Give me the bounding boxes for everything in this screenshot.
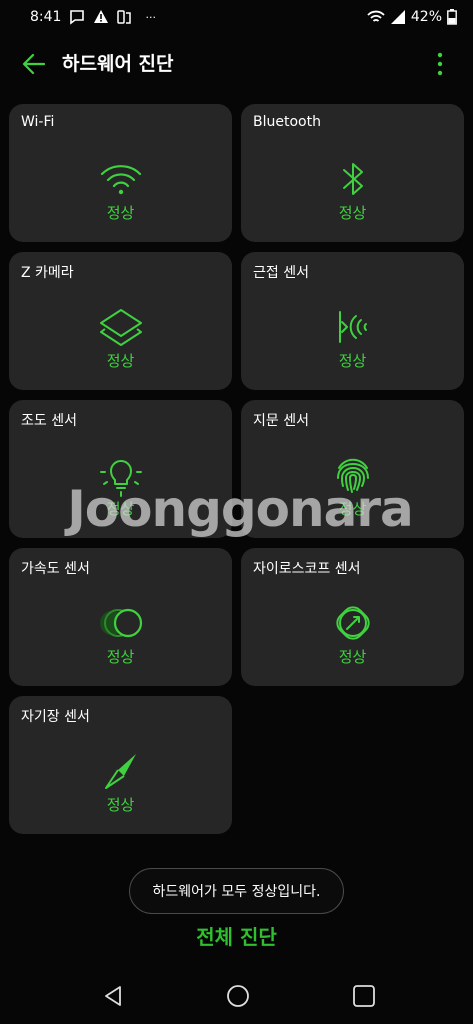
card-status: 정상: [106, 500, 135, 518]
proximity-icon: [338, 311, 367, 343]
card-bluetooth[interactable]: Bluetooth 정상: [241, 104, 464, 242]
status-time: 8:41: [30, 9, 62, 25]
card-status: 정상: [106, 648, 135, 666]
card-status: 정상: [338, 648, 367, 666]
card-title: Z 카메라: [21, 265, 74, 281]
card-status: 정상: [106, 352, 135, 370]
signal-icon: [390, 10, 405, 24]
card-gyroscope-sensor[interactable]: 자이로스코프 센서 정상: [241, 548, 464, 686]
message-icon: [70, 10, 85, 25]
card-title: 근접 센서: [253, 265, 309, 281]
card-title: 지문 센서: [253, 413, 309, 429]
compass-icon: [104, 754, 136, 789]
card-title: 조도 센서: [21, 413, 77, 429]
phone-link-icon: [117, 10, 132, 24]
card-status: 정상: [338, 352, 367, 370]
light-bulb-icon: [99, 460, 142, 497]
card-status: 정상: [338, 500, 367, 518]
back-arrow-icon[interactable]: [20, 50, 48, 78]
card-title: Bluetooth: [253, 114, 321, 130]
card-status: 정상: [106, 204, 135, 222]
card-title: 자이로스코프 센서: [253, 561, 361, 577]
card-proximity-sensor[interactable]: 근접 센서 정상: [241, 252, 464, 390]
card-title: Wi-Fi: [21, 114, 55, 130]
card-wifi[interactable]: Wi-Fi 정상: [9, 104, 232, 242]
card-fingerprint-sensor[interactable]: 지문 센서 정상: [241, 400, 464, 538]
card-status: 정상: [106, 796, 135, 814]
toast-message: 하드웨어가 모두 정상입니다.: [129, 868, 344, 914]
status-bar: 8:41 ··· 42%: [0, 0, 473, 34]
warning-icon: [94, 10, 109, 23]
navigation-bar: [0, 966, 473, 1024]
run-all-diagnostics-button[interactable]: 전체 진단: [0, 922, 473, 952]
wifi-status-icon: [367, 10, 385, 22]
card-title: 자기장 센서: [21, 709, 90, 725]
card-status: 정상: [338, 204, 367, 222]
sensor-grid: Wi-Fi 정상 Bluetooth 정상 Z 카메라 정상 근접 센서 정상 …: [9, 104, 464, 834]
page-title: 하드웨어 진단: [62, 53, 174, 75]
accelerometer-icon: [99, 608, 142, 638]
fingerprint-icon: [336, 458, 369, 493]
gyroscope-icon: [335, 606, 370, 640]
battery-percent: 42%: [410, 9, 442, 25]
nav-back-icon[interactable]: [101, 984, 125, 1008]
card-light-sensor[interactable]: 조도 센서 정상: [9, 400, 232, 538]
card-title: 가속도 센서: [21, 561, 90, 577]
card-z-camera[interactable]: Z 카메라 정상: [9, 252, 232, 390]
card-accelerometer[interactable]: 가속도 센서 정상: [9, 548, 232, 686]
wifi-icon: [100, 165, 141, 195]
battery-icon: [447, 9, 457, 25]
nav-recents-icon[interactable]: [352, 984, 376, 1008]
card-magnetic-sensor[interactable]: 자기장 센서 정상: [9, 696, 232, 834]
more-options-icon[interactable]: [433, 50, 447, 78]
more-notifications-icon: ···: [145, 10, 156, 24]
bluetooth-icon: [342, 163, 363, 195]
app-bar: 하드웨어 진단: [0, 40, 473, 88]
layers-icon: [99, 309, 142, 346]
nav-home-icon[interactable]: [226, 984, 250, 1008]
